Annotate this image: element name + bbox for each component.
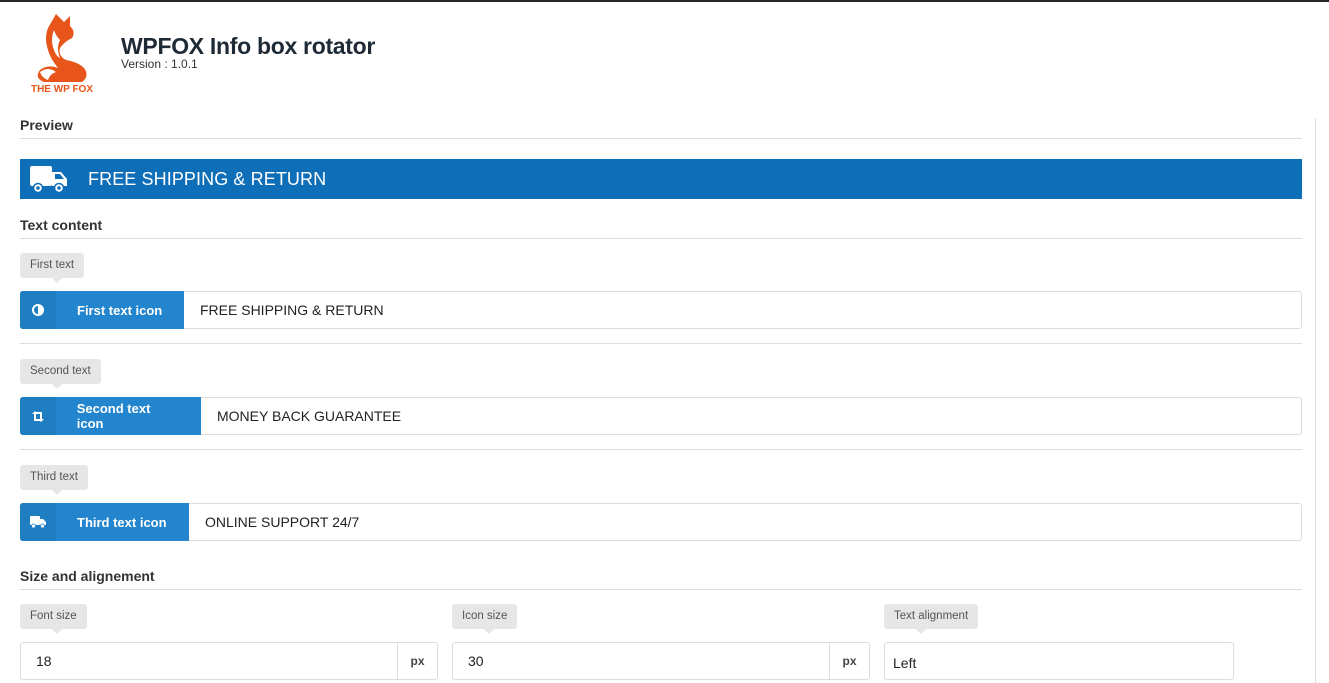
fox-icon <box>37 14 87 82</box>
preview-text: FREE SHIPPING & RETURN <box>88 168 327 189</box>
font-size-input[interactable] <box>21 643 397 679</box>
text-alignment-tag: Text alignment <box>884 604 979 634</box>
retweet-icon <box>20 397 56 435</box>
preview-bar: FREE SHIPPING & RETURN <box>20 159 1302 199</box>
second-text-row: Second text icon <box>20 397 1302 435</box>
top-bar <box>0 0 1329 2</box>
third-text-icon-button[interactable]: Third text icon <box>20 503 189 541</box>
third-text-icon-label: Third text icon <box>77 514 167 530</box>
second-text-tag: Second text <box>20 359 101 389</box>
third-text-row: Third text icon <box>20 503 1302 541</box>
first-text-icon-button[interactable]: First text icon <box>20 291 184 329</box>
logo-text: THE WP FOX <box>30 84 94 95</box>
text-alignment-select[interactable]: Left <box>884 642 1234 680</box>
third-text-input[interactable] <box>205 514 1301 530</box>
second-text-icon-label: Second text icon <box>76 401 151 431</box>
first-text-row: First text icon <box>20 291 1302 329</box>
font-size-field: px <box>20 642 438 680</box>
icon-size-tag: Icon size <box>452 604 518 634</box>
section-preview-heading: Preview <box>20 117 1302 139</box>
title-block: WPFOX Info box rotator Version : 1.0.1 <box>121 33 521 70</box>
font-size-tag: Font size <box>20 604 87 634</box>
second-text-field[interactable] <box>201 397 1302 435</box>
icon-size-input[interactable] <box>453 643 829 679</box>
wpfox-logo: THE WP FOX <box>26 12 96 96</box>
adjust-icon <box>20 291 56 329</box>
second-text-icon-button[interactable]: Second text icon <box>20 397 201 435</box>
version-label: Version : 1.0.1 <box>121 57 198 71</box>
plugin-header: THE WP FOX <box>26 12 96 98</box>
page-title: WPFOX Info box rotator <box>121 33 376 59</box>
icon-size-unit: px <box>829 643 869 679</box>
truck-icon <box>30 164 70 194</box>
divider <box>20 343 1302 344</box>
section-size-alignment-heading: Size and alignement <box>20 568 1302 590</box>
second-text-input[interactable] <box>217 408 1301 424</box>
icon-size-field: px <box>452 642 870 680</box>
first-text-field[interactable] <box>184 291 1302 329</box>
third-text-tag: Third text <box>20 465 88 495</box>
font-size-unit: px <box>397 643 437 679</box>
truck-icon <box>20 503 56 541</box>
divider <box>20 449 1302 450</box>
first-text-tag: First text <box>20 253 85 283</box>
first-text-icon-label: First text icon <box>77 302 163 318</box>
panel-border <box>1315 118 1316 683</box>
third-text-field[interactable] <box>189 503 1302 541</box>
first-text-input[interactable] <box>200 302 1301 318</box>
section-text-content-heading: Text content <box>20 217 1302 239</box>
